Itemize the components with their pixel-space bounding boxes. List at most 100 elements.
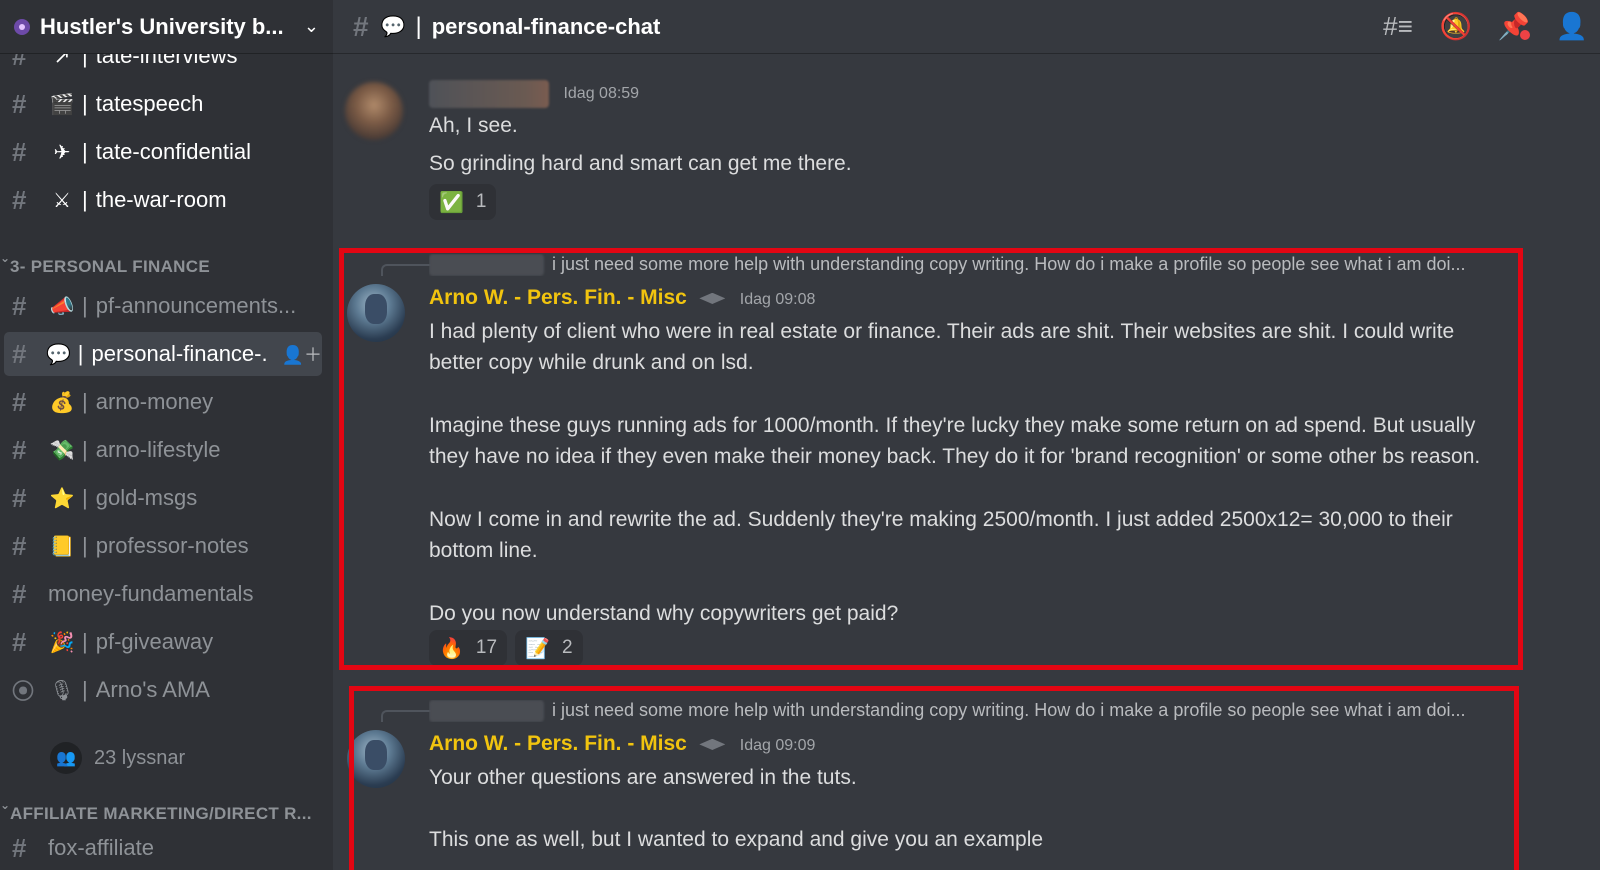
hash-icon: # xyxy=(12,434,27,465)
channel-arno-lifestyle[interactable]: # 💸 | arno-lifestyle xyxy=(4,428,322,472)
threads-icon[interactable]: #≡ xyxy=(1380,8,1416,44)
timestamp: Idag 09:09 xyxy=(739,737,816,754)
channel-professor-notes[interactable]: # 📒 | professor-notes xyxy=(4,524,322,568)
graduation-cap-icon xyxy=(699,292,726,304)
pin-icon[interactable]: 📌 xyxy=(1496,8,1532,44)
channel-label: Arno's AMA xyxy=(95,677,210,702)
channel-pf-giveaway[interactable]: # 🎉 | pf-giveaway xyxy=(4,620,322,664)
reaction-count: 1 xyxy=(475,191,487,212)
message-header: Arno W. - Pers. Fin. - Misc Idag 09:08 xyxy=(429,286,815,310)
hash-icon: # xyxy=(12,290,27,321)
reply-text: i just need some more help with understa… xyxy=(552,700,1466,720)
hash-icon: # xyxy=(12,338,27,369)
reaction-count: 2 xyxy=(561,637,573,658)
message-paragraph: Imagine these guys running ads for 1000/… xyxy=(429,414,1481,468)
server-name: Hustler's University b... xyxy=(40,13,284,39)
hash-icon: # xyxy=(353,10,369,42)
channel-fox-affiliate[interactable]: # fox-affiliate xyxy=(4,826,322,870)
server-header[interactable]: Hustler's University b... ⌄ xyxy=(0,0,333,54)
message-paragraph: Your other questions are answered in the… xyxy=(429,766,857,789)
reply-preview[interactable]: i just need some more help with understa… xyxy=(429,700,1489,723)
chevron-down-icon[interactable]: ⌄ xyxy=(304,16,319,37)
reaction-fire[interactable]: 🔥 17 xyxy=(429,630,508,666)
reply-preview[interactable]: i just need some more help with understa… xyxy=(429,254,1489,277)
channel-label: arno-lifestyle xyxy=(95,437,221,462)
author-name[interactable]: Arno W. - Pers. Fin. - Misc xyxy=(429,732,687,755)
hash-icon: # xyxy=(12,88,27,119)
channel-label: professor-notes xyxy=(95,533,249,558)
avatar[interactable] xyxy=(347,730,405,788)
notebook-icon: 📒 xyxy=(49,535,75,558)
hash-icon: # xyxy=(12,386,27,417)
message-paragraph: Now I come in and rewrite the ad. Sudden… xyxy=(429,508,1453,562)
message: Idag 08:59 Ah, I see. So grinding hard a… xyxy=(333,72,1600,242)
channel-label: pf-announcements... xyxy=(95,293,297,318)
channel-tate-confidential[interactable]: # ✈ | tate-confidential xyxy=(4,130,322,174)
message-header: Idag 08:59 xyxy=(429,80,639,108)
channel-label: tate-confidential xyxy=(95,139,252,164)
memo-icon: 📝 xyxy=(525,637,550,660)
member-list-icon[interactable]: 👤 xyxy=(1554,8,1590,44)
hash-icon: # xyxy=(12,184,27,215)
message-paragraph: Do you now understand why copywriters ge… xyxy=(429,602,899,625)
listeners-count: 23 lyssnar xyxy=(94,746,186,769)
graduation-cap-icon xyxy=(699,738,726,750)
mute-notifications-icon[interactable]: 🔕 xyxy=(1438,8,1474,44)
category-personal-finance[interactable]: 3- PERSONAL FINANCE xyxy=(0,251,210,277)
money-bag-icon: 💰 xyxy=(49,391,75,414)
channel-label: pf-giveaway xyxy=(95,629,214,654)
blurred-reply-author xyxy=(429,700,544,723)
channel-pf-announcements[interactable]: # 📣 | pf-announcements... xyxy=(4,284,322,328)
channel-label: money-fundamentals xyxy=(48,581,254,606)
crossed-swords-icon: ⚔ xyxy=(53,189,71,212)
server-icon xyxy=(14,18,30,35)
channel-tatespeech[interactable]: # 🎬 | tatespeech xyxy=(4,82,322,126)
channel-arno-money[interactable]: # 💰 | arno-money xyxy=(4,380,322,424)
hash-icon: # xyxy=(12,832,27,863)
megaphone-icon: 📣 xyxy=(49,295,75,318)
channel-title: personal-finance-chat xyxy=(431,13,661,39)
message: i just need some more help with understa… xyxy=(333,254,1600,666)
reaction-checkmark[interactable]: ✅ 1 xyxy=(429,184,497,220)
blurred-username xyxy=(429,80,549,108)
message: i just need some more help with understa… xyxy=(333,700,1600,870)
channel-the-war-room[interactable]: # ⚔ | the-war-room xyxy=(4,178,322,222)
discord-window: # ↗ | tate-interviews # 🎬 | tatespeech #… xyxy=(0,0,1600,870)
avatar[interactable] xyxy=(347,284,405,342)
speech-bubble-icon: 💬 xyxy=(46,343,72,366)
airplane-icon: ✈ xyxy=(53,141,71,164)
speech-bubble-icon: 💬 xyxy=(380,16,406,38)
voice-listeners[interactable]: 👥 23 lyssnar xyxy=(50,742,185,774)
timestamp: Idag 09:08 xyxy=(739,291,816,308)
channel-label: personal-finance-... xyxy=(91,341,266,366)
channel-label: arno-money xyxy=(95,389,214,414)
author-name[interactable]: Arno W. - Pers. Fin. - Misc xyxy=(429,286,687,309)
channel-header: # 💬 | personal-finance-chat #≡ 🔕 📌 👤 xyxy=(333,0,1600,54)
channel-arnos-ama[interactable]: ⦿ 🎙 | Arno's AMA xyxy=(4,668,322,712)
hash-icon: # xyxy=(12,578,27,609)
channel-label: the-war-room xyxy=(95,187,227,212)
separator: | xyxy=(415,12,422,40)
money-wings-icon: 💸 xyxy=(49,439,75,462)
message-list: Idag 08:59 Ah, I see. So grinding hard a… xyxy=(333,54,1600,870)
stage-channel-icon: ⦿ xyxy=(12,679,35,704)
channel-personal-finance-chat[interactable]: # 💬 | personal-finance-... 👤＋ xyxy=(4,332,322,376)
checkmark-icon: ✅ xyxy=(439,191,464,214)
message-line: Ah, I see. xyxy=(429,114,518,137)
star-icon: ⭐ xyxy=(49,487,75,510)
category-affiliate-marketing[interactable]: AFFILIATE MARKETING/DIRECT R... xyxy=(0,798,312,824)
add-member-icon[interactable]: 👤＋ xyxy=(282,341,322,367)
reaction-memo[interactable]: 📝 2 xyxy=(515,630,583,666)
channel-label: gold-msgs xyxy=(95,485,198,510)
party-popper-icon: 🎉 xyxy=(49,631,75,654)
channel-gold-msgs[interactable]: # ⭐ | gold-msgs xyxy=(4,476,322,520)
reactions: 🔥 17 📝 2 xyxy=(429,630,583,666)
message-paragraph: I had plenty of client who were in real … xyxy=(429,320,1455,374)
avatar[interactable] xyxy=(345,82,403,140)
microphone-icon: 🎙 xyxy=(49,679,75,702)
channel-money-fundamentals[interactable]: # money-fundamentals xyxy=(4,572,322,616)
reply-text: i just need some more help with understa… xyxy=(552,254,1466,274)
reactions: ✅ 1 xyxy=(429,184,497,220)
channel-sidebar: # ↗ | tate-interviews # 🎬 | tatespeech #… xyxy=(0,0,333,870)
hash-icon: # xyxy=(12,482,27,513)
